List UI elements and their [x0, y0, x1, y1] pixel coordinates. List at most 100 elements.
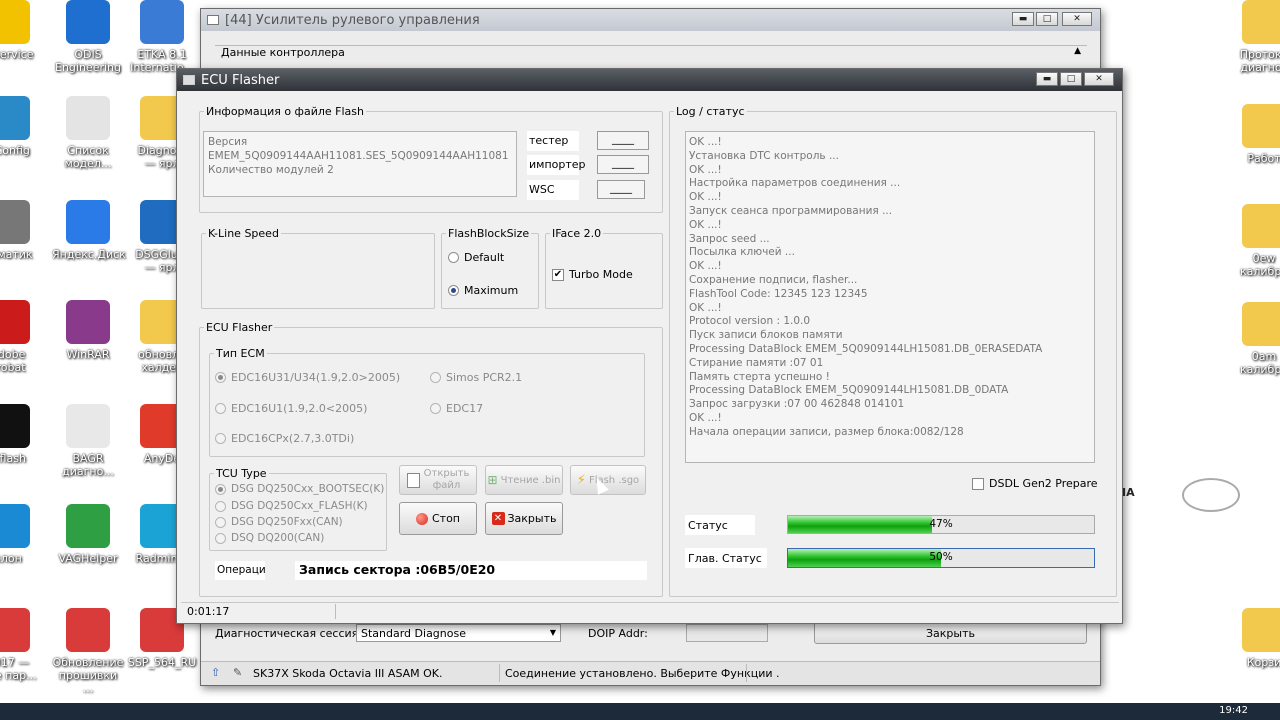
info-line: Количество модулей 2 [208, 164, 334, 176]
main-status-label: Глав. Статус [685, 548, 767, 568]
fbs-default-radio[interactable]: Default [448, 251, 504, 264]
app-icon [66, 404, 110, 448]
tcu-option-label: DSQ DQ200(CAN) [231, 532, 325, 544]
ecm-option-label: EDC16U1(1.9,2.0<2005) [231, 402, 368, 415]
stop-icon [415, 512, 428, 525]
fbs-default-label: Default [464, 251, 505, 264]
tcu-option-radio[interactable]: DSG DQ250Fxx(CAN) [215, 516, 343, 528]
flash-block-size-legend: FlashBlockSize [448, 227, 530, 240]
ecm-option-radio[interactable]: EDC16U1(1.9,2.0<2005) [215, 402, 367, 415]
desktop-icon-label: VAGHelper [58, 552, 118, 565]
close-window-button[interactable]: ✕ [1062, 12, 1092, 26]
desktop-icon[interactable]: S Service [0, 0, 44, 61]
desktop-icon[interactable]: GConfig [0, 96, 44, 157]
desktop-icon-label: 0ew калибро [1239, 252, 1280, 278]
app-icon [66, 96, 110, 140]
ecm-option-label: EDC16CPx(2.7,3.0TDi) [231, 432, 355, 445]
log-line: Сохранение подписи, flasher... [689, 273, 858, 286]
desktop-icon[interactable]: Корзи [1228, 608, 1280, 669]
desktop-icon[interactable]: VAGHelper [52, 504, 124, 565]
info-line: Версия [208, 136, 248, 148]
read-icon: ⊞ [487, 473, 498, 487]
flasher-close-button[interactable]: ✕ Закрыть [485, 502, 563, 535]
main-status-progress-bar: 50% [787, 548, 1095, 568]
desktop-icon-label: Работ [1247, 152, 1280, 165]
desktop-icon-label: Adobe crobat [0, 348, 26, 374]
kline-speed-legend: K-Line Speed [208, 227, 279, 240]
radio-dot [215, 433, 226, 444]
tcu-option-radio[interactable]: DSG DQ250Cxx_FLASH(K) [215, 500, 368, 512]
desktop-icon-label: Протоко диагнос [1239, 48, 1280, 74]
desktop-icon[interactable]: Adobe crobat [0, 300, 44, 374]
doip-label: DOIP Addr: [588, 627, 648, 640]
window-menu-icon[interactable] [183, 75, 195, 85]
log-line: OK ...! [689, 191, 722, 204]
ecu-flasher-window: ECU Flasher ▬ □ ✕ Информация о файле Fla… [176, 68, 1123, 624]
importer-field[interactable]: ____ [597, 155, 649, 174]
stop-button[interactable]: Стоп [399, 502, 477, 535]
ecm-option-radio[interactable]: EDC16U31/U34(1.9,2.0>2005) [215, 371, 400, 384]
doip-input[interactable] [686, 624, 768, 642]
desktop-icon-label: BAGR диагно... [62, 452, 114, 478]
fbs-maximum-radio[interactable]: Maximum [448, 284, 518, 297]
desktop-icon[interactable]: 2017 — быe пар... [0, 608, 44, 682]
minimize-button[interactable]: ▬ [1012, 12, 1034, 26]
dsdl-checkbox[interactable]: DSDL Gen2 Prepare [972, 477, 1098, 490]
radio-dot [448, 252, 459, 263]
desktop-icon[interactable]: Протоко диагнос [1228, 0, 1280, 74]
desktop-icon[interactable]: BAGR диагно... [52, 404, 124, 478]
flasher-statusbar: 0:01:17 [181, 602, 1119, 620]
ecm-option-radio[interactable]: Simos PCR2.1 [430, 371, 522, 384]
maximize-button[interactable]: □ [1036, 12, 1058, 26]
app-icon [66, 504, 110, 548]
turbo-mode-label: Turbo Mode [569, 268, 633, 281]
ecm-type-legend: Тип ECM [216, 347, 265, 360]
desktop-icon[interactable]: WinRAR [52, 300, 124, 361]
app-icon [66, 300, 110, 344]
desktop-icon[interactable]: ETKA 8.1 Internatio... [126, 0, 198, 74]
diag-session-select[interactable]: Standard Diagnose ▼ [356, 624, 561, 642]
open-file-button[interactable]: Открыть файл [399, 465, 477, 495]
desktop-icon[interactable]: Список модел... [52, 96, 124, 170]
kline-speed-group: K-Line Speed [201, 227, 435, 309]
log-line: OK ...! [689, 260, 722, 273]
folder-icon [1242, 104, 1280, 148]
minimize-button[interactable]: ▬ [1036, 72, 1058, 86]
back-close-button[interactable]: Закрыть [814, 622, 1087, 644]
man-logo-icon [1182, 478, 1240, 512]
desktop-icon[interactable]: Обновление прошивки ... [52, 608, 124, 695]
desktop-icon[interactable]: Яндекс.Диск [52, 200, 126, 261]
flash-sgo-button[interactable]: ⚡ Flash .sgo [570, 465, 646, 495]
desktop-icon[interactable]: анматик [0, 200, 44, 261]
ecu-flasher-title: ECU Flasher [201, 72, 280, 88]
lightning-icon: ⚡ [576, 472, 586, 488]
turbo-mode-checkbox[interactable]: ✔ Turbo Mode [552, 268, 633, 281]
tcu-option-radio[interactable]: DSQ DQ200(CAN) [215, 532, 324, 544]
desktop-icon[interactable]: Работ [1228, 104, 1280, 165]
clock: 19:42 [1219, 705, 1248, 716]
window-menu-icon[interactable] [207, 15, 219, 25]
close-window-button[interactable]: ✕ [1084, 72, 1114, 86]
tester-field[interactable]: ____ [597, 131, 649, 150]
ecm-option-radio[interactable]: EDC17 [430, 402, 483, 415]
tcu-option-radio[interactable]: DSG DQ250Cxx_BOOTSEC(K) [215, 483, 384, 495]
taskbar: 19:42 [0, 703, 1280, 720]
log-textarea[interactable]: OK ...! Установка DTC контроль ... OK ...!… [685, 131, 1095, 463]
log-line: OK ...! [689, 301, 722, 314]
desktop-icon[interactable]: 0ew калибро [1228, 204, 1280, 278]
desktop-icon[interactable]: ODIS Engineering [52, 0, 124, 74]
wsc-field[interactable]: ____ [597, 180, 645, 199]
status-progress-bar: 47% [787, 515, 1095, 534]
desktop-icon[interactable]: Mflash [0, 404, 44, 465]
ecu-flasher-titlebar[interactable]: ECU Flasher [177, 69, 1122, 91]
desktop-icon[interactable]: клон [0, 504, 44, 565]
back-window-titlebar[interactable]: [44] Усилитель рулевого управления [201, 9, 1100, 31]
desktop-icon[interactable]: 0am калибро [1228, 302, 1280, 376]
read-bin-button[interactable]: ⊞ Чтение .bin [485, 465, 563, 495]
collapse-arrow-icon[interactable]: ▲ [1074, 46, 1081, 56]
maximize-button[interactable]: □ [1060, 72, 1082, 86]
radio-dot [215, 483, 226, 495]
log-line: Установка DTC контроль ... [689, 149, 839, 162]
desktop-icon-label: 0am калибро [1239, 350, 1280, 376]
ecm-option-radio[interactable]: EDC16CPx(2.7,3.0TDi) [215, 432, 354, 445]
